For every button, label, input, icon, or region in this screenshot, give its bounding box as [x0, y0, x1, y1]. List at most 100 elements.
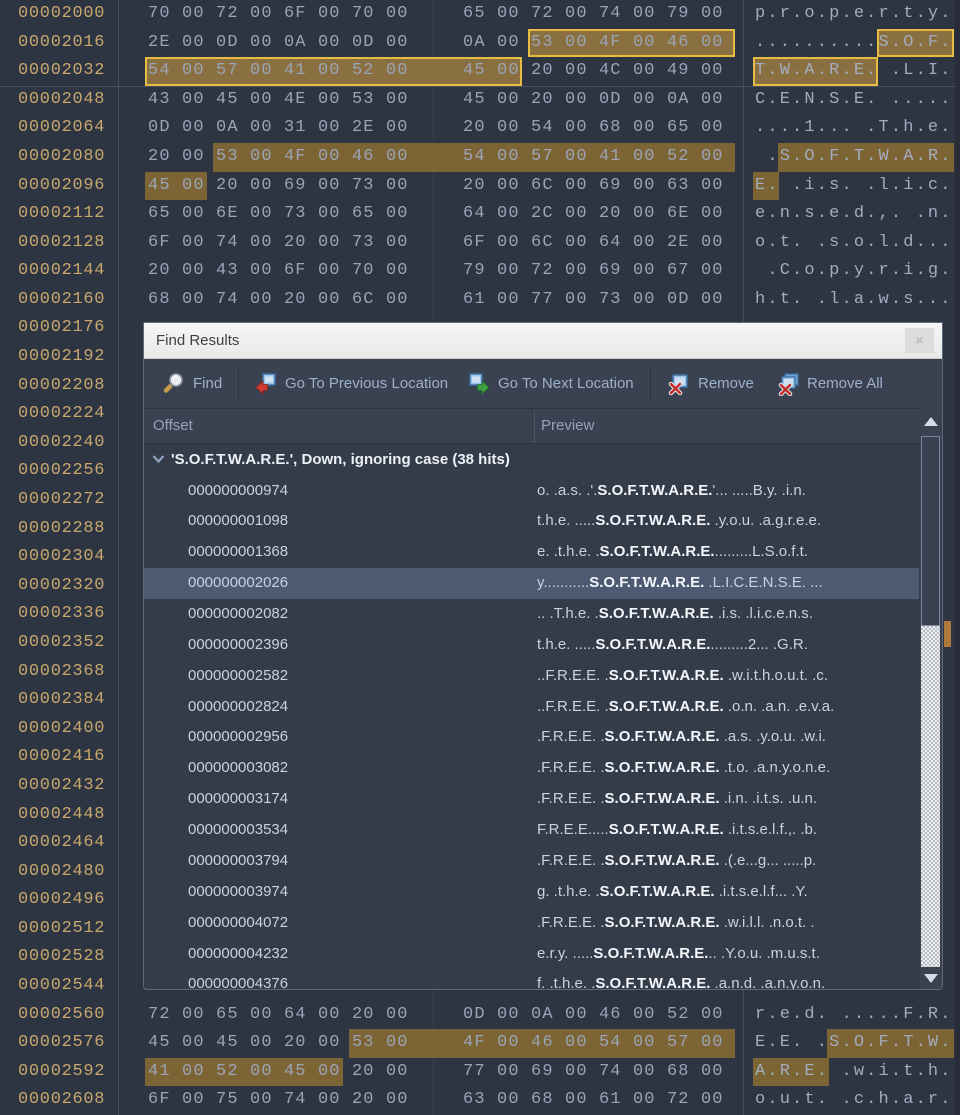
remove-all-button[interactable]: Remove All — [776, 359, 883, 408]
result-offset: 000000003974 — [188, 877, 288, 908]
find-result-row[interactable]: 000000001368e. .t.h.e. .S.O.F.T.W.A.R.E.… — [144, 537, 919, 568]
hex-row[interactable]: 0000203254 00 57 00 41 00 52 0045 00 20 … — [0, 57, 960, 86]
hex-bytes-group2[interactable]: 65 00 72 00 74 00 79 00 — [463, 0, 724, 29]
hex-row[interactable]: 0000216068 00 74 00 20 00 6C 0061 00 77 … — [0, 286, 960, 315]
find-result-row[interactable]: 000000002026y...........S.O.F.T.W.A.R.E.… — [144, 568, 919, 599]
scrollbar-track[interactable] — [921, 626, 940, 967]
hex-row[interactable]: 000021286F 00 74 00 20 00 73 006F 00 6C … — [0, 229, 960, 258]
find-result-row[interactable]: 000000004376f. .t.h.e. .S.O.F.T.W.A.R.E.… — [144, 969, 919, 989]
hex-bytes-group2[interactable]: 20 00 54 00 68 00 65 00 — [463, 114, 724, 143]
hex-bytes-group1[interactable]: 6F 00 75 00 74 00 20 00 — [148, 1086, 409, 1115]
hex-bytes-group2[interactable]: 4F 00 46 00 54 00 57 00 — [463, 1029, 724, 1058]
find-result-row[interactable]: 000000002956.F.R.E.E. .S.O.F.T.W.A.R.E. … — [144, 722, 919, 753]
hex-bytes-group2[interactable]: 45 00 20 00 4C 00 49 00 — [463, 57, 724, 86]
ascii-text[interactable]: A.R.E. .w.i.t.h. — [755, 1058, 953, 1087]
hex-bytes-group1[interactable]: 45 00 20 00 69 00 73 00 — [148, 172, 409, 201]
dialog-titlebar[interactable]: Find Results × — [144, 323, 942, 359]
ascii-text[interactable]: e.n.s.e.d.,. .n. — [755, 200, 953, 229]
hex-row[interactable]: 0000204843 00 45 00 4E 00 53 0045 00 20 … — [0, 86, 960, 115]
ascii-text[interactable]: r.e.d. .....F.R. — [755, 1001, 953, 1030]
hex-bytes-group1[interactable]: 43 00 45 00 4E 00 53 00 — [148, 86, 409, 115]
ascii-text[interactable]: o.t. .s.o.l.d... — [755, 229, 953, 258]
find-result-row[interactable]: 000000001098t.h.e. .....S.O.F.T.W.A.R.E.… — [144, 506, 919, 537]
hex-row[interactable]: 0000256072 00 65 00 64 00 20 000D 00 0A … — [0, 1001, 960, 1030]
close-button[interactable]: × — [905, 328, 934, 353]
find-result-row[interactable]: 000000003794.F.R.E.E. .S.O.F.T.W.A.R.E. … — [144, 846, 919, 877]
chevron-down-icon[interactable] — [152, 451, 165, 468]
find-result-row[interactable]: 000000002396t.h.e. .....S.O.F.T.W.A.R.E.… — [144, 630, 919, 661]
hex-bytes-group2[interactable]: 63 00 68 00 61 00 72 00 — [463, 1086, 724, 1115]
result-preview: o. .a.s. .'.S.O.F.T.W.A.R.E.'... .....B.… — [537, 476, 806, 507]
results-scrollbar[interactable] — [920, 408, 942, 989]
ascii-text[interactable]: .S.O.F.T.W.A.R. — [755, 143, 953, 172]
goto-previous-location-button[interactable]: Go To Previous Location — [254, 359, 448, 408]
result-group-row[interactable]: 'S.O.F.T.W.A.R.E.', Down, ignoring case … — [144, 444, 919, 475]
hex-bytes-group2[interactable]: 54 00 57 00 41 00 52 00 — [463, 143, 724, 172]
goto-next-location-button[interactable]: Go To Next Location — [467, 359, 634, 408]
hex-bytes-group2[interactable]: 6F 00 6C 00 64 00 2E 00 — [463, 229, 724, 258]
hex-bytes-group1[interactable]: 20 00 43 00 6F 00 70 00 — [148, 257, 409, 286]
scroll-up-button[interactable] — [920, 408, 942, 434]
scroll-down-button[interactable] — [920, 967, 942, 989]
hex-bytes-group2[interactable]: 0D 00 0A 00 46 00 52 00 — [463, 1001, 724, 1030]
hex-bytes-group2[interactable]: 0A 00 53 00 4F 00 46 00 — [463, 29, 724, 58]
find-result-row[interactable]: 000000002082.. .T.h.e. .S.O.F.T.W.A.R.E.… — [144, 599, 919, 630]
hex-row[interactable]: 0000259241 00 52 00 45 00 20 0077 00 69 … — [0, 1058, 960, 1087]
find-result-row[interactable]: 000000003082.F.R.E.E. .S.O.F.T.W.A.R.E. … — [144, 753, 919, 784]
ascii-text[interactable]: .C.o.p.y.r.i.g. — [755, 257, 953, 286]
ascii-text[interactable]: E. .i.s. .l.i.c. — [755, 172, 953, 201]
ascii-text[interactable]: T.W.A.R.E. .L.I. — [755, 57, 953, 86]
hex-bytes-group2[interactable]: 77 00 69 00 74 00 68 00 — [463, 1058, 724, 1087]
ascii-text[interactable]: ..........S.O.F. — [755, 29, 953, 58]
hex-bytes-group1[interactable]: 41 00 52 00 45 00 20 00 — [148, 1058, 409, 1087]
find-result-row[interactable]: 000000002824..F.R.E.E. .S.O.F.T.W.A.R.E.… — [144, 692, 919, 723]
hex-bytes-group2[interactable]: 20 00 6C 00 69 00 63 00 — [463, 172, 724, 201]
hex-bytes-group1[interactable]: 65 00 6E 00 73 00 65 00 — [148, 200, 409, 229]
hex-bytes-group1[interactable]: 0D 00 0A 00 31 00 2E 00 — [148, 114, 409, 143]
hex-bytes-group1[interactable]: 72 00 65 00 64 00 20 00 — [148, 1001, 409, 1030]
scrollbar-thumb[interactable] — [921, 436, 940, 626]
hex-bytes-group2[interactable]: 45 00 20 00 0D 00 0A 00 — [463, 86, 724, 115]
find-result-row[interactable]: 000000004232e.r.y. .....S.O.F.T.W.A.R.E.… — [144, 939, 919, 970]
hex-bytes-group2[interactable]: 61 00 77 00 73 00 0D 00 — [463, 286, 724, 315]
row-offset: 00002192 — [18, 343, 105, 372]
hex-row[interactable]: 000020162E 00 0D 00 0A 00 0D 000A 00 53 … — [0, 29, 960, 58]
goto-next-label: Go To Next Location — [498, 375, 634, 392]
find-result-row[interactable]: 000000003174.F.R.E.E. .S.O.F.T.W.A.R.E. … — [144, 784, 919, 815]
ascii-text[interactable]: p.r.o.p.e.r.t.y. — [755, 0, 953, 29]
find-result-row[interactable]: 000000002582..F.R.E.E. .S.O.F.T.W.A.R.E.… — [144, 661, 919, 692]
preview-column-header: Preview — [541, 409, 594, 442]
row-offset: 00002336 — [18, 600, 105, 629]
find-button[interactable]: Find — [161, 359, 222, 408]
ascii-text[interactable]: h.t. .l.a.w.s... — [755, 286, 953, 315]
hex-row[interactable]: 0000200070 00 72 00 6F 00 70 0065 00 72 … — [0, 0, 960, 29]
result-preview: g. .t.h.e. .S.O.F.T.W.A.R.E. .i.t.s.e.l.… — [537, 877, 808, 908]
hex-row[interactable]: 0000257645 00 45 00 20 00 53 004F 00 46 … — [0, 1029, 960, 1058]
hex-row[interactable]: 000020640D 00 0A 00 31 00 2E 0020 00 54 … — [0, 114, 960, 143]
find-result-row[interactable]: 000000003974 g. .t.h.e. .S.O.F.T.W.A.R.E.… — [144, 877, 919, 908]
remove-button[interactable]: Remove — [667, 359, 754, 408]
find-result-row[interactable]: 000000003534F.R.E.E.....S.O.F.T.W.A.R.E.… — [144, 815, 919, 846]
find-result-row[interactable]: 000000000974o. .a.s. .'.S.O.F.T.W.A.R.E.… — [144, 476, 919, 507]
hex-bytes-group1[interactable]: 70 00 72 00 6F 00 70 00 — [148, 0, 409, 29]
ascii-text[interactable]: E.E. .S.O.F.T.W. — [755, 1029, 953, 1058]
hex-bytes-group1[interactable]: 6F 00 74 00 20 00 73 00 — [148, 229, 409, 258]
hex-row[interactable]: 0000208020 00 53 00 4F 00 46 0054 00 57 … — [0, 143, 960, 172]
hex-row[interactable]: 0000214420 00 43 00 6F 00 70 0079 00 72 … — [0, 257, 960, 286]
row-offset: 00002448 — [18, 801, 105, 830]
hex-row[interactable]: 000026086F 00 75 00 74 00 20 0063 00 68 … — [0, 1086, 960, 1115]
hex-row[interactable]: 0000211265 00 6E 00 73 00 65 0064 00 2C … — [0, 200, 960, 229]
hex-bytes-group2[interactable]: 79 00 72 00 69 00 67 00 — [463, 257, 724, 286]
hex-bytes-group1[interactable]: 54 00 57 00 41 00 52 00 — [148, 57, 409, 86]
hex-bytes-group1[interactable]: 2E 00 0D 00 0A 00 0D 00 — [148, 29, 409, 58]
hex-bytes-group1[interactable]: 68 00 74 00 20 00 6C 00 — [148, 286, 409, 315]
result-preview: e. .t.h.e. .S.O.F.T.W.A.R.E..........L.S… — [537, 537, 808, 568]
hex-bytes-group1[interactable]: 45 00 45 00 20 00 53 00 — [148, 1029, 409, 1058]
hex-bytes-group2[interactable]: 64 00 2C 00 20 00 6E 00 — [463, 200, 724, 229]
ascii-text[interactable]: ....1... .T.h.e. — [755, 114, 953, 143]
hex-row[interactable]: 0000209645 00 20 00 69 00 73 0020 00 6C … — [0, 172, 960, 201]
ascii-text[interactable]: o.u.t. .c.h.a.r. — [755, 1086, 953, 1115]
ascii-text[interactable]: C.E.N.S.E. ..... — [755, 86, 953, 115]
hex-bytes-group1[interactable]: 20 00 53 00 4F 00 46 00 — [148, 143, 409, 172]
find-result-row[interactable]: 000000004072.F.R.E.E. .S.O.F.T.W.A.R.E. … — [144, 908, 919, 939]
